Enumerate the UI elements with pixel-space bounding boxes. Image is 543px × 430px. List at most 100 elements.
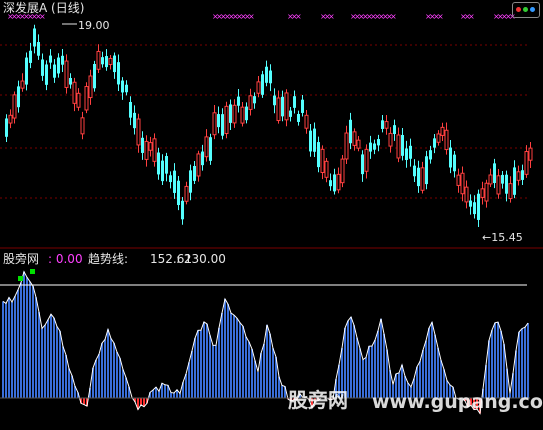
candle-body (29, 50, 32, 63)
candle-body (189, 170, 192, 193)
candle-body (157, 152, 160, 175)
candle-body (309, 130, 312, 152)
candle-body (148, 142, 153, 151)
candle-body (136, 118, 141, 146)
candle-body (401, 134, 404, 156)
candle-body (25, 57, 28, 85)
candle-body (273, 95, 276, 106)
candle-body (221, 114, 224, 136)
candle-body (361, 154, 364, 175)
candle-body (433, 138, 436, 148)
candle-body (460, 172, 465, 195)
candle-body (248, 95, 253, 110)
candle-body (297, 113, 300, 122)
candle-body (301, 99, 304, 113)
candle-body (37, 42, 40, 56)
candle-body (33, 28, 36, 47)
candle-body (173, 170, 176, 193)
candle-body (133, 112, 136, 129)
green-signal-marker (30, 269, 35, 274)
candle-body (409, 145, 412, 159)
candle-body (64, 60, 69, 88)
chart-canvas[interactable]: ××××××××× ×××××××××× ××× ××× ××××××××××× ××××… (0, 0, 543, 426)
candle-body (5, 118, 8, 137)
candle-body (313, 128, 316, 152)
candle-body (513, 167, 516, 195)
stock-chart-window: × × × × × × × × × × × × × × × × × × × × × × × × × × × × × × × × × × × × × × × ×… (0, 0, 543, 426)
colored-dots-logo-icon[interactable] (512, 2, 540, 18)
candle-body (8, 114, 13, 124)
candle-body (528, 147, 533, 161)
candle-body (20, 80, 25, 89)
candle-body (108, 57, 113, 65)
candle-body (317, 142, 320, 168)
candle-body (356, 139, 361, 149)
candle-body (373, 143, 376, 150)
candle-body (344, 132, 349, 160)
signal-marker: × (328, 12, 335, 21)
candle-body (493, 163, 496, 184)
candle-body (496, 175, 501, 195)
candle-body (369, 142, 372, 152)
green-signal-marker (18, 276, 23, 281)
candle-body (161, 160, 164, 182)
candle-body (41, 59, 44, 76)
candle-body (396, 134, 401, 159)
candle-body (436, 133, 441, 143)
candle-body (284, 92, 289, 121)
candle-body (425, 156, 428, 185)
candle-body (329, 180, 332, 187)
candle-body (224, 105, 229, 135)
candle-body (336, 173, 341, 191)
candle-body (204, 136, 209, 158)
candle-body (201, 151, 204, 166)
candle-body (12, 94, 17, 119)
level-line-value: : 230.00 (176, 252, 226, 266)
signal-marker: × (248, 12, 255, 21)
watermark-en: www.gupang.com (372, 391, 543, 413)
candle-body (144, 140, 149, 160)
candle-body (516, 171, 521, 181)
candle-body (484, 182, 489, 202)
candle-body (453, 154, 456, 172)
candle-body (129, 101, 132, 118)
candle-body (117, 62, 120, 85)
candle-body (84, 86, 89, 111)
candle-body (212, 112, 217, 136)
candle-body (53, 64, 56, 78)
candle-body (289, 110, 292, 117)
candle-body (181, 200, 184, 220)
candle-body (469, 200, 472, 207)
candle-body (393, 125, 396, 135)
candle-body (417, 167, 420, 187)
candle-body (521, 170, 524, 180)
candle-body (253, 96, 256, 104)
indicator-value: : 0.00 (48, 252, 83, 266)
candle-body (388, 132, 393, 147)
candle-body (473, 202, 476, 215)
signal-marker: × (468, 12, 475, 21)
candle-body (240, 106, 245, 124)
candle-body (256, 81, 261, 94)
candle-body (505, 174, 508, 194)
candle-body (80, 117, 85, 135)
candle-body (349, 119, 352, 144)
candle-body (324, 160, 329, 178)
low-price-annotation: ←15.45 (482, 231, 523, 244)
candle-body (429, 150, 432, 160)
trend-line-label: 趋势线: (88, 252, 129, 266)
candle-body (237, 96, 240, 106)
candle-body (152, 138, 157, 162)
candle-body (384, 121, 389, 129)
candle-body (276, 97, 281, 122)
candle-body (269, 70, 272, 84)
candle-body (320, 148, 325, 174)
candle-body (196, 153, 201, 177)
candle-body (96, 50, 101, 70)
candle-body (229, 104, 232, 123)
candle-body (381, 120, 384, 129)
candle-body (193, 165, 196, 181)
candle-body (293, 96, 296, 108)
candle-body (76, 92, 81, 108)
candle-body (113, 55, 116, 73)
